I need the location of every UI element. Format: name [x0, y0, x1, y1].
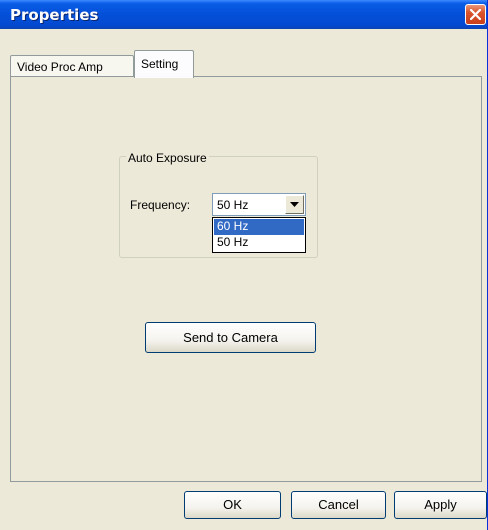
close-icon	[470, 9, 481, 20]
tab-label: Video Proc Amp	[17, 60, 103, 74]
auto-exposure-group-label: Auto Exposure	[126, 151, 209, 165]
cancel-button[interactable]: Cancel	[291, 491, 386, 519]
close-button[interactable]	[465, 4, 486, 25]
ok-button[interactable]: OK	[184, 491, 281, 519]
window-title: Properties	[10, 6, 99, 24]
option-60hz[interactable]: 60 Hz	[214, 219, 304, 235]
frequency-options-list: 60 Hz 50 Hz	[212, 217, 306, 253]
frequency-select[interactable]: 50 Hz	[212, 193, 306, 216]
frequency-selected-value: 50 Hz	[217, 198, 249, 212]
option-50hz[interactable]: 50 Hz	[214, 235, 304, 251]
title-bar[interactable]: Properties	[0, 0, 487, 29]
setting-tab-panel	[10, 76, 482, 482]
frequency-label: Frequency:	[130, 198, 191, 212]
tab-setting[interactable]: Setting	[134, 50, 194, 78]
properties-dialog: Properties Video Proc Amp Setting Auto E…	[0, 0, 488, 530]
apply-button[interactable]: Apply	[394, 491, 487, 519]
tab-label: Setting	[141, 57, 179, 71]
chevron-down-icon	[290, 202, 299, 207]
send-to-camera-button[interactable]: Send to Camera	[145, 322, 316, 353]
tab-video-proc-amp[interactable]: Video Proc Amp	[10, 55, 134, 77]
dropdown-button[interactable]	[285, 195, 304, 214]
